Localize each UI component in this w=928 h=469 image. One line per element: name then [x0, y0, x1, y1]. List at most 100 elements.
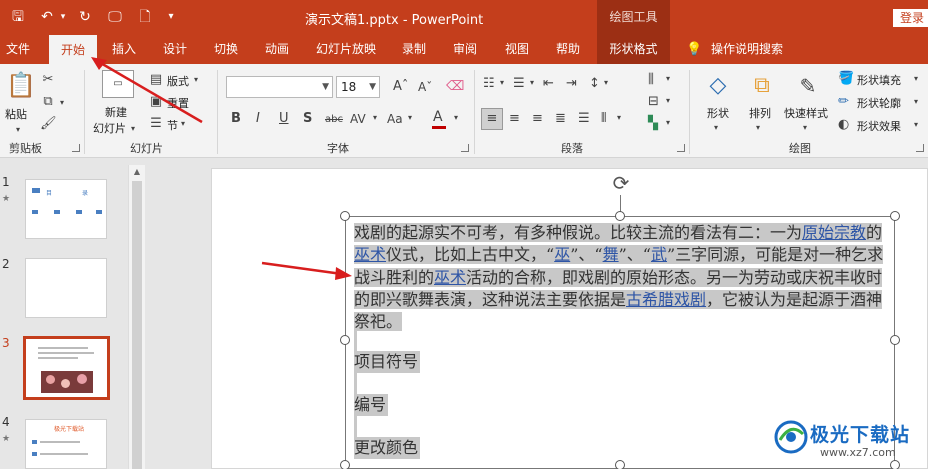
customize-qat-icon[interactable]: ▾ — [164, 7, 178, 27]
slide-thumbnail-2[interactable] — [25, 258, 107, 318]
tell-me-search[interactable]: 操作说明搜索 — [711, 35, 783, 64]
change-case-button[interactable]: Aa — [387, 111, 403, 127]
resize-handle[interactable] — [615, 211, 625, 221]
tab-record[interactable]: 录制 — [402, 35, 426, 64]
numbering-icon[interactable]: ☰ — [513, 76, 525, 92]
paste-dropdown-icon[interactable]: ▾ — [16, 122, 20, 138]
justify-icon[interactable]: ≣ — [555, 111, 566, 127]
increase-indent-icon[interactable]: ⇥ — [566, 76, 577, 92]
bold-button[interactable]: B — [231, 111, 241, 127]
undo-icon[interactable]: ↶ — [37, 7, 57, 27]
slide-body-paragraph[interactable]: 戏剧的起源实不可考，有多种假说。比较主流的看法有二：一为原始宗教的巫术仪式，比如… — [354, 222, 888, 333]
scrollbar-thumb[interactable] — [132, 181, 142, 469]
resize-handle[interactable] — [340, 335, 350, 345]
rotate-handle-icon[interactable]: ⟳ — [609, 171, 633, 195]
shape-outline-button[interactable]: 形状轮廓 — [857, 95, 901, 111]
print-preview-icon[interactable]: 🗋 — [134, 7, 156, 27]
scroll-up-icon[interactable]: ▲ — [129, 165, 145, 179]
font-size-combo[interactable]: 18 ▼ — [336, 76, 380, 98]
smartart-dropdown-icon[interactable]: ▾ — [666, 115, 670, 131]
tab-review[interactable]: 审阅 — [453, 35, 477, 64]
quick-styles-button[interactable]: 快速样式 — [784, 105, 828, 121]
hyperlink[interactable]: 舞 — [603, 245, 619, 264]
resize-handle[interactable] — [340, 460, 350, 469]
columns-dropdown-icon[interactable]: ▾ — [617, 110, 621, 126]
text-direction-dropdown-icon[interactable]: ▾ — [666, 71, 670, 87]
slide-thumbnail-4[interactable]: 极光下载站 — [25, 419, 107, 469]
shape-fill-dropdown-icon[interactable]: ▾ — [914, 71, 918, 87]
cut-icon[interactable]: ✂ — [40, 72, 56, 88]
resize-handle[interactable] — [890, 211, 900, 221]
hyperlink[interactable]: 巫术 — [434, 268, 466, 287]
lightbulb-icon[interactable]: 💡 — [686, 35, 702, 64]
present-from-start-icon[interactable]: 🖵 — [104, 7, 126, 27]
copy-icon[interactable]: ⧉ — [40, 94, 56, 110]
bullets-dropdown-icon[interactable]: ▾ — [500, 75, 504, 91]
font-color-dropdown-icon[interactable]: ▾ — [454, 110, 458, 126]
align-text-icon[interactable]: ⊟ — [648, 94, 659, 110]
slide-list-item[interactable]: 更改颜色 — [354, 437, 421, 459]
text-direction-icon[interactable]: ⫼ — [648, 72, 654, 88]
hyperlink[interactable]: 古希腊戏剧 — [626, 290, 706, 309]
align-center-icon[interactable]: ≡ — [509, 111, 520, 127]
quick-styles-icon[interactable]: ✎ — [794, 72, 822, 100]
tab-animations[interactable]: 动画 — [265, 35, 289, 64]
copy-dropdown-icon[interactable]: ▾ — [60, 95, 64, 111]
thumbnail-scrollbar[interactable]: ▲ — [128, 165, 145, 469]
arrange-button[interactable]: 排列 — [749, 105, 771, 121]
undo-dropdown-icon[interactable]: ▾ — [58, 7, 68, 27]
font-launcher-icon[interactable] — [461, 144, 469, 152]
tab-help[interactable]: 帮助 — [556, 35, 580, 64]
hyperlink[interactable]: 武 — [651, 245, 667, 264]
line-spacing-icon[interactable]: ↕ — [589, 76, 600, 92]
shape-fill-button[interactable]: 形状填充 — [857, 72, 901, 88]
slide-list-item[interactable]: 编号 — [354, 394, 389, 416]
shape-fill-icon[interactable]: 🪣 — [838, 71, 854, 87]
align-right-icon[interactable]: ≡ — [532, 111, 543, 127]
slide-list-item[interactable]: 项目符号 — [354, 351, 421, 373]
shadow-button[interactable]: S — [303, 111, 312, 127]
shapes-dropdown-icon[interactable]: ▾ — [714, 120, 718, 136]
columns-icon[interactable]: ⫴ — [601, 111, 606, 127]
save-icon[interactable]: 🖫 — [8, 7, 28, 27]
quick-styles-dropdown-icon[interactable]: ▾ — [803, 120, 807, 136]
align-left-icon[interactable]: ≡ — [481, 108, 503, 130]
hyperlink[interactable]: 原始宗教 — [802, 223, 866, 242]
arrange-icon[interactable]: ⧉ — [748, 72, 776, 100]
decrease-font-icon[interactable]: Aˇ — [418, 79, 432, 95]
paragraph-launcher-icon[interactable] — [677, 144, 685, 152]
char-spacing-button[interactable]: AV — [350, 111, 366, 127]
tab-view[interactable]: 视图 — [505, 35, 529, 64]
empty-paragraph[interactable] — [354, 373, 357, 395]
arrange-dropdown-icon[interactable]: ▾ — [756, 120, 760, 136]
shape-outline-icon[interactable]: ✏ — [838, 94, 849, 110]
underline-button[interactable]: U — [279, 111, 289, 127]
login-button[interactable]: 登录 — [893, 9, 928, 27]
bullets-icon[interactable]: ☷ — [483, 76, 495, 92]
empty-paragraph[interactable] — [354, 330, 357, 352]
shape-effects-icon[interactable]: ◐ — [838, 117, 849, 133]
drawing-launcher-icon[interactable] — [916, 144, 924, 152]
resize-handle[interactable] — [615, 460, 625, 469]
resize-handle[interactable] — [340, 211, 350, 221]
change-case-dropdown-icon[interactable]: ▾ — [408, 110, 412, 126]
resize-handle[interactable] — [890, 335, 900, 345]
shape-effects-dropdown-icon[interactable]: ▾ — [914, 117, 918, 133]
align-text-dropdown-icon[interactable]: ▾ — [666, 93, 670, 109]
font-color-button[interactable]: A — [433, 109, 443, 125]
hyperlink[interactable]: 巫 — [554, 245, 570, 264]
line-spacing-dropdown-icon[interactable]: ▾ — [604, 75, 608, 91]
tab-shape-format[interactable]: 形状格式 — [597, 35, 670, 64]
slide-thumbnail-1[interactable]: 目 录 — [25, 179, 107, 239]
distributed-icon[interactable]: ☰ — [578, 111, 590, 127]
numbering-dropdown-icon[interactable]: ▾ — [530, 75, 534, 91]
decrease-indent-icon[interactable]: ⇤ — [543, 76, 554, 92]
shapes-button[interactable]: 形状 — [707, 105, 729, 121]
strikethrough-button[interactable]: abc — [325, 112, 343, 128]
clear-formatting-icon[interactable]: ⌫ — [446, 79, 464, 95]
redo-icon[interactable]: ↻ — [75, 7, 95, 27]
empty-paragraph[interactable] — [354, 416, 357, 438]
paste-button-label[interactable]: 粘贴 — [5, 106, 27, 122]
tab-slideshow[interactable]: 幻灯片放映 — [316, 35, 376, 64]
format-painter-icon[interactable]: 🖌 — [40, 116, 57, 132]
